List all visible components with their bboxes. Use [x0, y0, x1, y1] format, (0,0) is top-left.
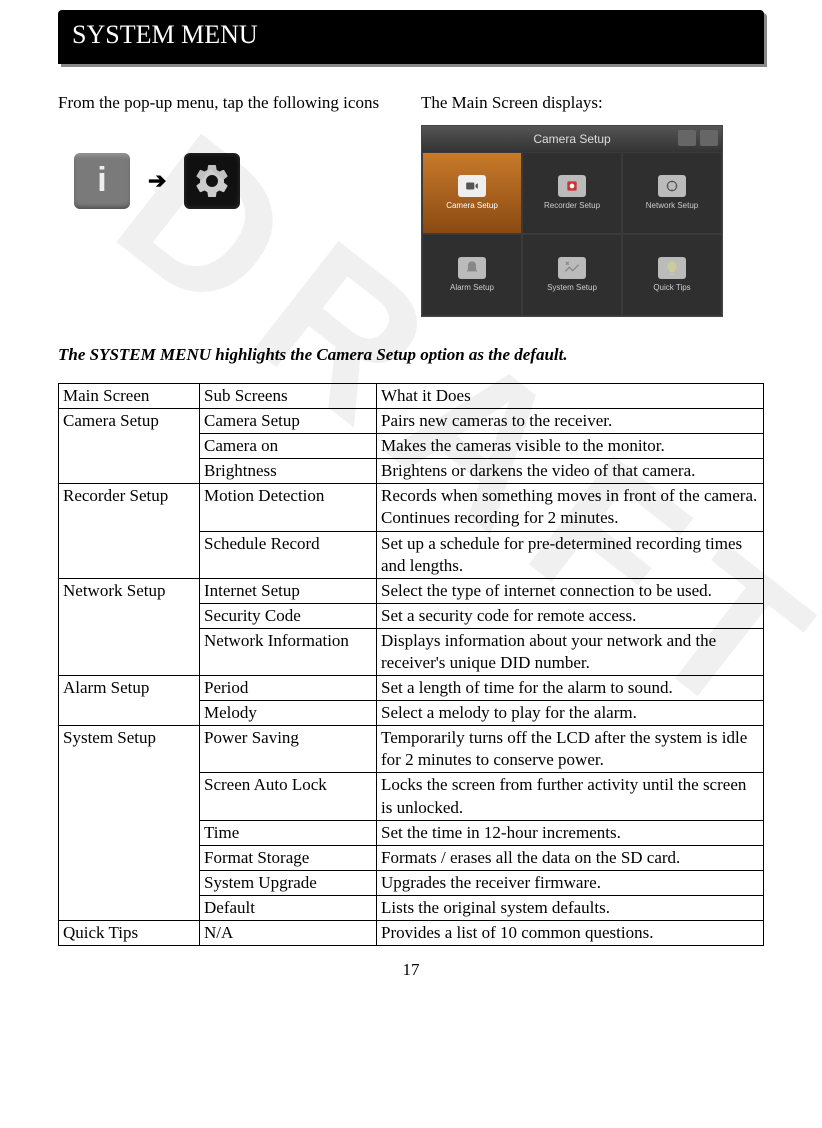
description-cell: Locks the screen from further activity u…: [377, 773, 764, 820]
cell-icon: [658, 257, 686, 279]
back-icon: [678, 130, 696, 146]
screenshot-cell: Network Setup: [622, 152, 722, 234]
main-screen-cell: Network Setup: [59, 578, 200, 675]
sub-screen-cell: Internet Setup: [200, 578, 377, 603]
intro-left: From the pop-up menu, tap the following …: [58, 92, 401, 115]
description-cell: Upgrades the receiver firmware.: [377, 870, 764, 895]
main-screen-cell: Camera Setup: [59, 409, 200, 484]
sub-screen-cell: Melody: [200, 701, 377, 726]
table-header-cell: Main Screen: [59, 383, 200, 408]
cell-icon: [558, 175, 586, 197]
cell-icon: [558, 257, 586, 279]
table-row: Quick TipsN/AProvides a list of 10 commo…: [59, 921, 764, 946]
sub-screen-cell: Power Saving: [200, 726, 377, 773]
sub-screen-cell: Camera on: [200, 434, 377, 459]
sub-screen-cell: Schedule Record: [200, 531, 377, 578]
page-number: 17: [58, 960, 764, 980]
description-cell: Temporarily turns off the LCD after the …: [377, 726, 764, 773]
main-screen-cell: Quick Tips: [59, 921, 200, 946]
gear-icon: [184, 153, 240, 209]
info-icon: i: [74, 153, 130, 209]
table-row: Network SetupInternet SetupSelect the ty…: [59, 578, 764, 603]
description-cell: Set the time in 12-hour increments.: [377, 820, 764, 845]
sub-screen-cell: Screen Auto Lock: [200, 773, 377, 820]
sub-screen-cell: Brightness: [200, 459, 377, 484]
screenshot-cell: Camera Setup: [422, 152, 522, 234]
description-cell: Set up a schedule for pre-determined rec…: [377, 531, 764, 578]
sub-screen-cell: Security Code: [200, 603, 377, 628]
sub-screen-cell: Motion Detection: [200, 484, 377, 531]
cell-icon: [658, 175, 686, 197]
menu-table: Main ScreenSub ScreensWhat it DoesCamera…: [58, 383, 764, 946]
description-cell: Set a security code for remote access.: [377, 603, 764, 628]
description-cell: Pairs new cameras to the receiver.: [377, 409, 764, 434]
description-cell: Displays information about your network …: [377, 628, 764, 675]
icon-sequence: i ➔: [74, 153, 401, 209]
page-title: SYSTEM MENU: [58, 10, 764, 64]
table-row: Camera SetupCamera SetupPairs new camera…: [59, 409, 764, 434]
forward-icon: [700, 130, 718, 146]
screenshot-header: Camera Setup: [422, 126, 722, 152]
cell-icon: [458, 175, 486, 197]
screenshot-cell: Recorder Setup: [522, 152, 622, 234]
description-cell: Formats / erases all the data on the SD …: [377, 845, 764, 870]
sub-screen-cell: System Upgrade: [200, 870, 377, 895]
main-screen-cell: Recorder Setup: [59, 484, 200, 578]
table-row: Alarm SetupPeriodSet a length of time fo…: [59, 676, 764, 701]
description-cell: Provides a list of 10 common questions.: [377, 921, 764, 946]
description-cell: Brightens or darkens the video of that c…: [377, 459, 764, 484]
main-screen-screenshot: Camera Setup Camera SetupRecorder SetupN…: [421, 125, 723, 317]
sub-screen-cell: Time: [200, 820, 377, 845]
table-header-cell: What it Does: [377, 383, 764, 408]
sub-screen-cell: Default: [200, 895, 377, 920]
sub-screen-cell: Camera Setup: [200, 409, 377, 434]
cell-icon: [458, 257, 486, 279]
intro-right: The Main Screen displays:: [421, 92, 764, 115]
screenshot-cell: Alarm Setup: [422, 234, 522, 316]
description-cell: Records when something moves in front of…: [377, 484, 764, 531]
description-cell: Select the type of internet connection t…: [377, 578, 764, 603]
screenshot-cell: Quick Tips: [622, 234, 722, 316]
arrow-right-icon: ➔: [148, 168, 166, 194]
highlight-note: The SYSTEM MENU highlights the Camera Se…: [58, 345, 764, 365]
sub-screen-cell: Format Storage: [200, 845, 377, 870]
table-header-cell: Sub Screens: [200, 383, 377, 408]
description-cell: Set a length of time for the alarm to so…: [377, 676, 764, 701]
main-screen-cell: Alarm Setup: [59, 676, 200, 726]
table-row: Recorder SetupMotion DetectionRecords wh…: [59, 484, 764, 531]
table-row: System SetupPower SavingTemporarily turn…: [59, 726, 764, 773]
description-cell: Lists the original system defaults.: [377, 895, 764, 920]
sub-screen-cell: N/A: [200, 921, 377, 946]
description-cell: Select a melody to play for the alarm.: [377, 701, 764, 726]
main-screen-cell: System Setup: [59, 726, 200, 921]
description-cell: Makes the cameras visible to the monitor…: [377, 434, 764, 459]
screenshot-cell: System Setup: [522, 234, 622, 316]
sub-screen-cell: Network Information: [200, 628, 377, 675]
sub-screen-cell: Period: [200, 676, 377, 701]
